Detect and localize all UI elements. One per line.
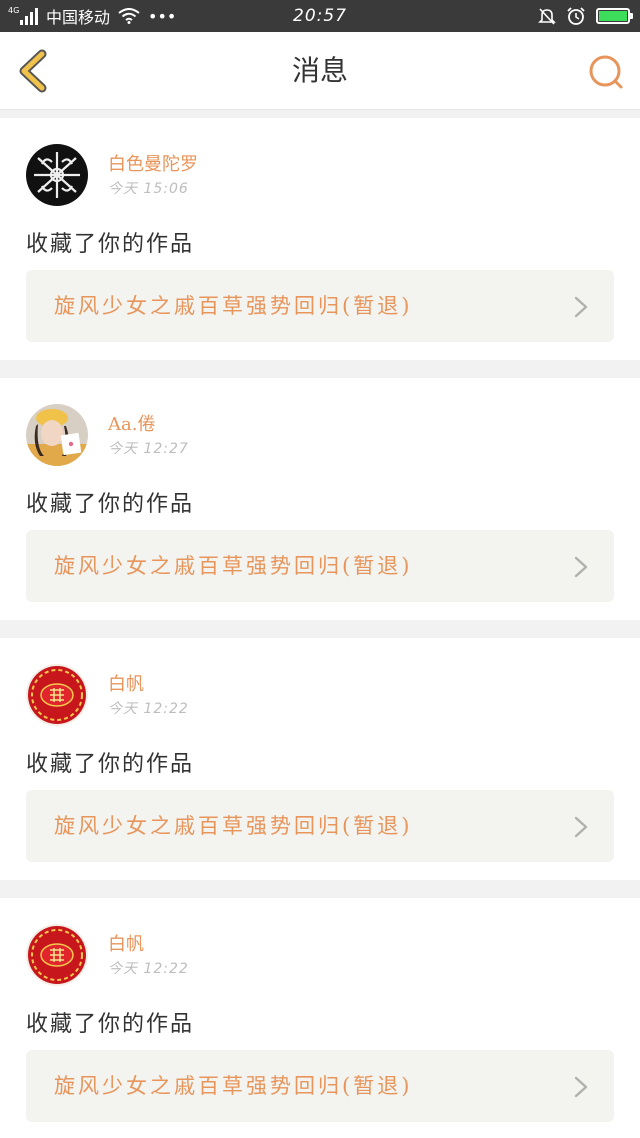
action-text: 收藏了你的作品 xyxy=(26,1012,195,1037)
action-text: 收藏了你的作品 xyxy=(26,752,195,777)
avatar[interactable] xyxy=(26,664,88,726)
username[interactable]: 白帆 xyxy=(108,670,144,696)
work-link[interactable]: 旋风少女之戚百草强势回归(暂退) xyxy=(26,530,614,602)
timestamp: 今天 12:27 xyxy=(108,441,189,457)
chevron-right-icon xyxy=(574,556,588,578)
work-title: 旋风少女之戚百草强势回归(暂退) xyxy=(54,1074,413,1098)
message-card: 白帆 今天 12:22 收藏了你的作品 旋风少女之戚百草强势回归(暂退) xyxy=(0,638,640,880)
username[interactable]: Aa.倦 xyxy=(108,410,155,436)
username[interactable]: 白色曼陀罗 xyxy=(108,150,198,176)
battery-fill xyxy=(599,11,627,21)
action-text: 收藏了你的作品 xyxy=(26,232,195,257)
page-title: 消息 xyxy=(291,54,348,87)
work-link[interactable]: 旋风少女之戚百草强势回归(暂退) xyxy=(26,1050,614,1122)
avatar[interactable] xyxy=(26,144,88,206)
message-card: Aa.倦 今天 12:27 收藏了你的作品 旋风少女之戚百草强势回归(暂退) xyxy=(0,378,640,620)
girl-photo-avatar-image xyxy=(26,404,88,466)
chevron-right-icon xyxy=(574,296,588,318)
message-card: 白帆 今天 12:22 收藏了你的作品 旋风少女之戚百草强势回归(暂退) xyxy=(0,898,640,1138)
work-link[interactable]: 旋风少女之戚百草强势回归(暂退) xyxy=(26,270,614,342)
alarm-icon xyxy=(567,7,585,25)
timestamp: 今天 12:22 xyxy=(108,961,189,977)
red-seal-avatar-image xyxy=(26,664,88,726)
search-icon xyxy=(589,55,623,89)
work-link[interactable]: 旋风少女之戚百草强势回归(暂退) xyxy=(26,790,614,862)
chevron-right-icon xyxy=(574,816,588,838)
username[interactable]: 白帆 xyxy=(108,930,144,956)
action-text: 收藏了你的作品 xyxy=(26,492,195,517)
avatar[interactable] xyxy=(26,404,88,466)
timestamp: 今天 15:06 xyxy=(108,181,189,197)
work-title: 旋风少女之戚百草强势回归(暂退) xyxy=(54,814,413,838)
timestamp: 今天 12:22 xyxy=(108,701,189,717)
status-right xyxy=(538,0,633,32)
bell-muted-icon xyxy=(538,8,556,25)
battery-icon xyxy=(596,8,633,24)
avatar[interactable] xyxy=(26,924,88,986)
top-nav-bar: 消息 xyxy=(0,32,640,110)
work-title: 旋风少女之戚百草强势回归(暂退) xyxy=(54,554,413,578)
status-bar: 4G 中国移动 ••• 20:57 xyxy=(0,0,640,32)
white-flower-avatar-image xyxy=(26,144,88,206)
chevron-right-icon xyxy=(574,1076,588,1098)
search-button[interactable] xyxy=(586,52,626,92)
red-seal-avatar-image xyxy=(26,924,88,986)
message-card: 白色曼陀罗 今天 15:06 收藏了你的作品 旋风少女之戚百草强势回归(暂退) xyxy=(0,118,640,360)
work-title: 旋风少女之戚百草强势回归(暂退) xyxy=(54,294,413,318)
